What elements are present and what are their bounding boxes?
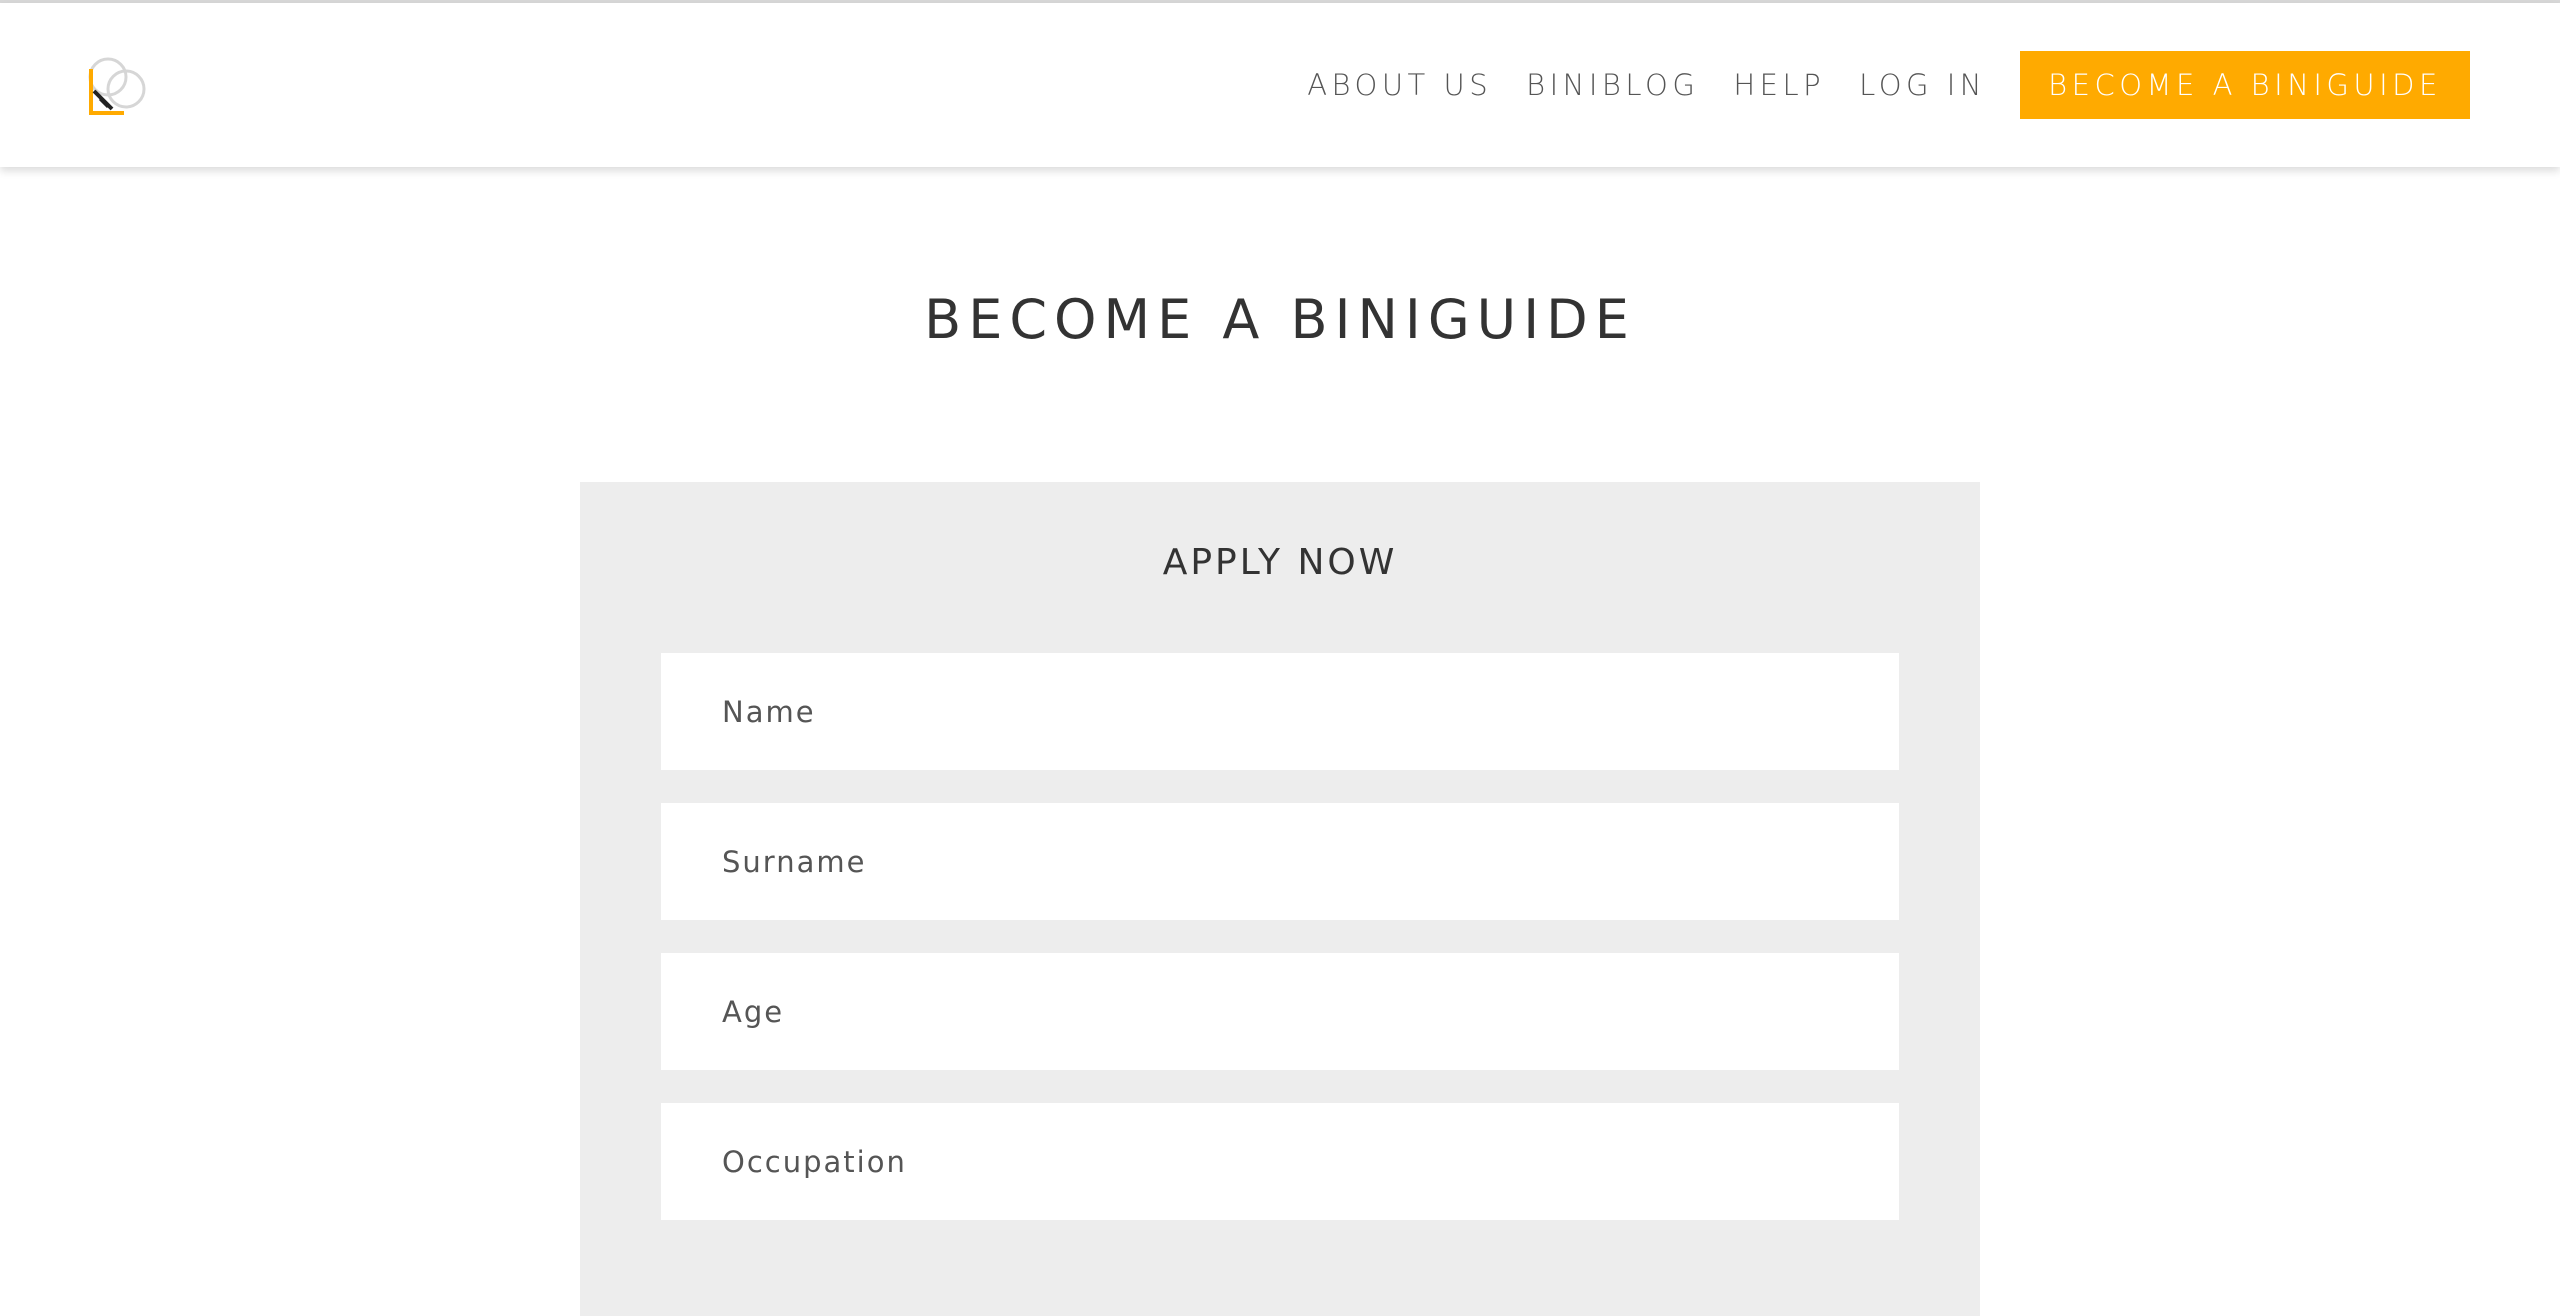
- surname-input[interactable]: [661, 803, 1899, 920]
- site-header: ABOUT US BINIBLOG HELP LOG IN BECOME A B…: [0, 3, 2560, 167]
- nav-link-about-us[interactable]: ABOUT US: [1307, 68, 1492, 102]
- nav-link-help[interactable]: HELP: [1733, 68, 1825, 102]
- occupation-input[interactable]: [661, 1103, 1899, 1220]
- nav-link-biniblog[interactable]: BINIBLOG: [1526, 68, 1699, 102]
- apply-form-title: APPLY NOW: [1162, 542, 1398, 583]
- age-input[interactable]: [661, 953, 1899, 1070]
- name-input[interactable]: [661, 653, 1899, 770]
- page-title: BECOME A BINIGUIDE: [924, 288, 1636, 351]
- main-nav: ABOUT US BINIBLOG HELP LOG IN BECOME A B…: [1307, 3, 2560, 167]
- nav-link-log-in[interactable]: LOG IN: [1859, 68, 1986, 102]
- apply-form-panel: APPLY NOW: [580, 482, 1980, 1316]
- become-biniguide-button[interactable]: BECOME A BINIGUIDE: [2020, 51, 2470, 119]
- biniguide-logo-icon[interactable]: [86, 55, 150, 119]
